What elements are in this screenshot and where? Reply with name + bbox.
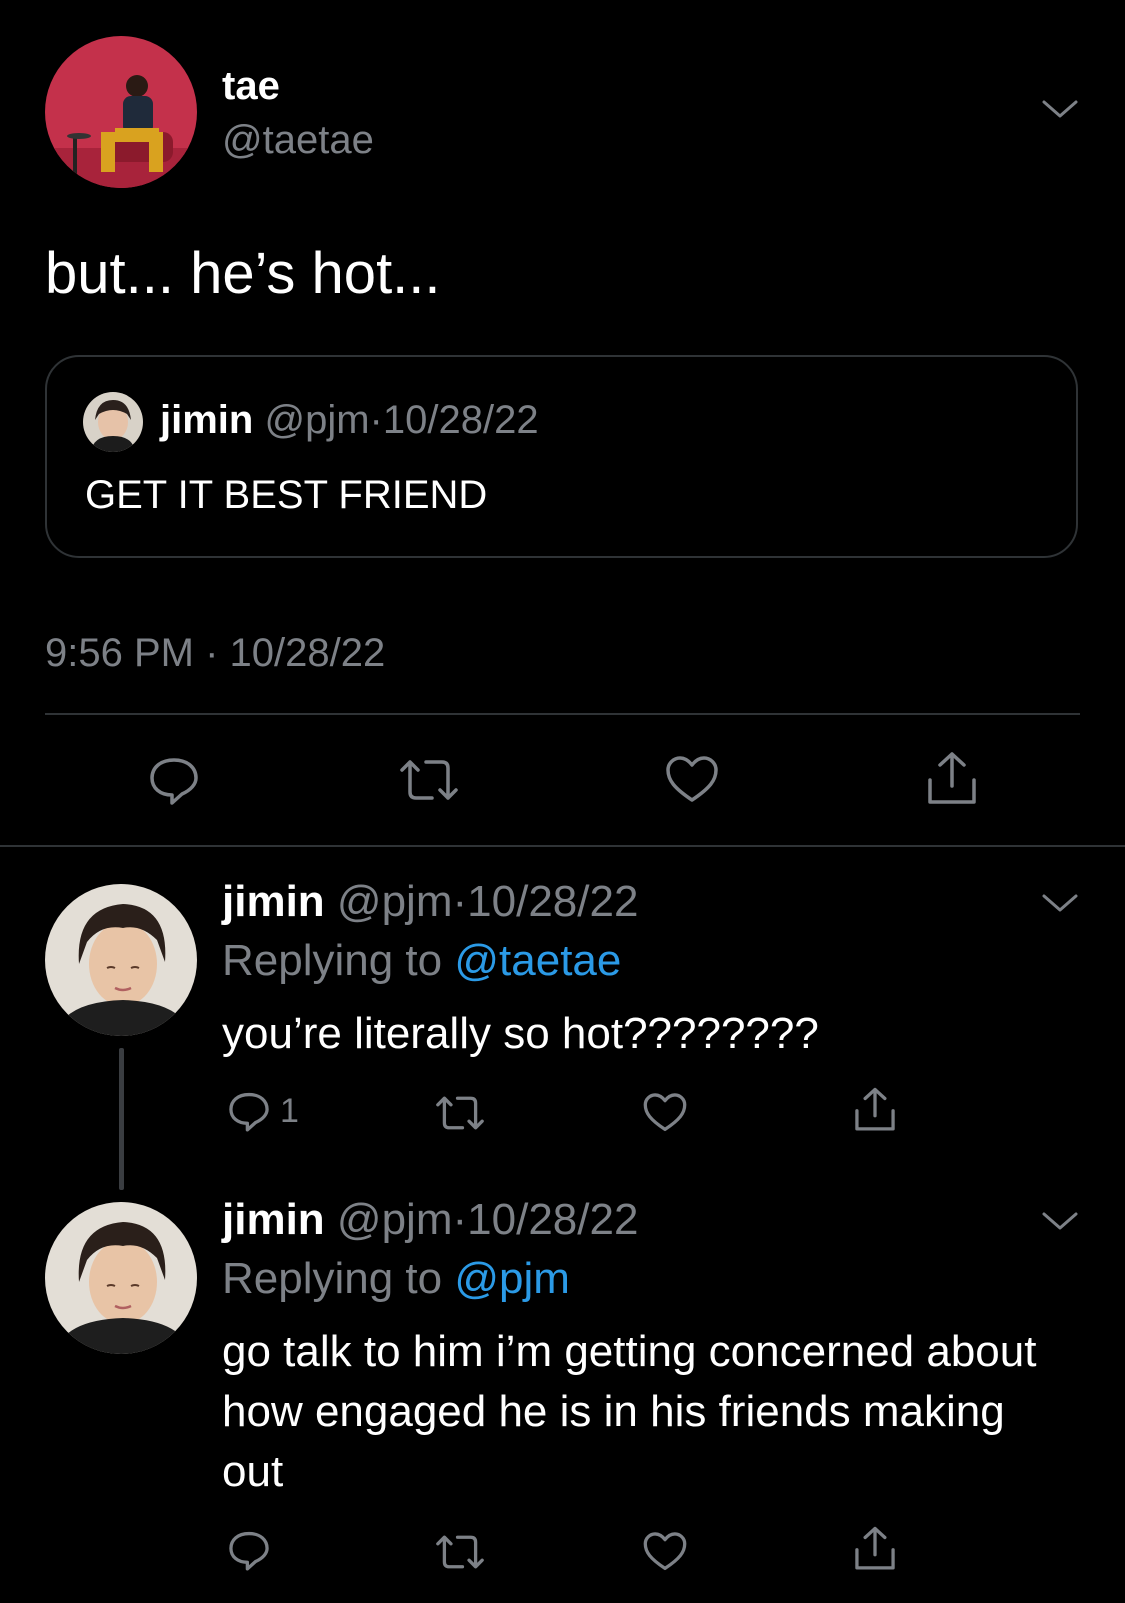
retweet-button[interactable] — [398, 752, 460, 808]
reply-count: 1 — [280, 1092, 299, 1130]
main-tweet-timestamp[interactable]: 9:56 PM · 10/28/22 — [45, 628, 385, 678]
reply-author-handle[interactable]: @pjm — [337, 1195, 453, 1244]
reply-text: you’re literally so hot???????? — [222, 1009, 819, 1058]
main-tweet-avatar[interactable] — [45, 36, 197, 188]
share-icon — [852, 1086, 898, 1134]
quoted-tweet-avatar — [83, 392, 143, 452]
divider — [45, 713, 1080, 715]
separator-dot: · — [369, 398, 383, 442]
like-icon — [664, 752, 720, 808]
reply-author-handle[interactable]: @pjm — [337, 877, 453, 926]
retweet-button[interactable] — [434, 1529, 486, 1575]
reply-header: jimin @pjm·10/28/22 — [222, 1193, 638, 1247]
thread-connector-line — [119, 1048, 124, 1190]
like-button[interactable] — [642, 1529, 688, 1575]
like-button[interactable] — [642, 1090, 688, 1136]
reply-author-name[interactable]: jimin — [222, 1195, 325, 1244]
reply-author-name[interactable]: jimin — [222, 877, 325, 926]
share-button[interactable] — [924, 750, 980, 808]
quoted-tweet-text: GET IT BEST FRIEND — [85, 473, 488, 517]
replying-to-mention[interactable]: @taetae — [454, 936, 621, 985]
reply-icon — [226, 1088, 272, 1134]
chevron-down-icon[interactable] — [1040, 1208, 1080, 1234]
reply-date: 10/28/22 — [467, 877, 639, 926]
quoted-tweet-date: 10/28/22 — [382, 398, 539, 442]
chevron-down-icon[interactable] — [1040, 96, 1080, 122]
replying-to-line: Replying to @pjm — [222, 1252, 570, 1306]
retweet-button[interactable] — [434, 1090, 486, 1136]
share-icon — [924, 750, 980, 808]
like-button[interactable] — [664, 752, 720, 808]
replying-to-line: Replying to @taetae — [222, 934, 621, 988]
divider — [0, 845, 1125, 847]
replying-to-label: Replying to — [222, 1254, 443, 1303]
main-tweet-author-handle[interactable]: @taetae — [222, 116, 374, 164]
reply-icon — [146, 752, 202, 808]
reply-text: go talk to him i’m getting concerned abo… — [222, 1327, 1037, 1496]
reply-icon — [226, 1527, 272, 1573]
share-icon — [852, 1525, 898, 1573]
like-icon — [642, 1090, 688, 1136]
retweet-icon — [434, 1529, 486, 1575]
reply-avatar[interactable] — [45, 1202, 197, 1354]
chevron-down-icon[interactable] — [1040, 890, 1080, 916]
replying-to-label: Replying to — [222, 936, 443, 985]
retweet-icon — [434, 1090, 486, 1136]
retweet-icon — [398, 752, 460, 808]
reply-button[interactable] — [226, 1527, 272, 1573]
like-icon — [642, 1529, 688, 1575]
main-tweet-text: but... he’s hot... — [45, 241, 441, 306]
quoted-tweet-header: jimin @pjm·10/28/22 — [160, 395, 539, 445]
replying-to-mention[interactable]: @pjm — [454, 1254, 570, 1303]
main-tweet-author-name[interactable]: tae — [222, 62, 280, 110]
quoted-tweet-author-name[interactable]: jimin — [160, 398, 253, 442]
share-button[interactable] — [852, 1086, 898, 1134]
reply-date: 10/28/22 — [467, 1195, 639, 1244]
share-button[interactable] — [852, 1525, 898, 1573]
reply-button[interactable]: 1 — [226, 1088, 299, 1134]
reply-button[interactable] — [146, 752, 202, 808]
quoted-tweet-author-handle[interactable]: @pjm — [264, 398, 369, 442]
reply-header: jimin @pjm·10/28/22 — [222, 875, 638, 929]
quoted-tweet-card[interactable] — [45, 355, 1078, 558]
separator-dot: · — [452, 1195, 468, 1244]
separator-dot: · — [452, 877, 468, 926]
reply-avatar[interactable] — [45, 884, 197, 1036]
